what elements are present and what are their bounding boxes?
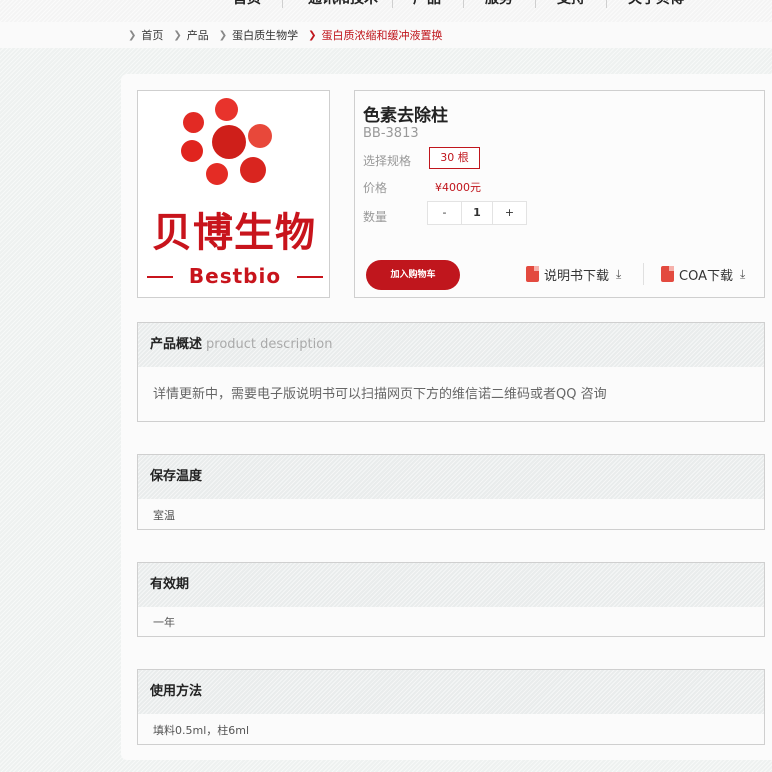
overview-body: 详情更新中，需要电子版说明书可以扫描网页下方的维信诺二维码或者QQ 咨询 [153,387,607,402]
breadcrumb-bar: ❯ 首页 ❯ 产品 ❯ 蛋白质生物学 ❯ 蛋白质浓缩和缓冲液置换 [0,22,772,48]
nav-tech[interactable]: 通讯和技术 [298,0,388,8]
logo-dot [206,163,228,185]
price-value: ¥4000元 [435,181,481,194]
product-info: 色素去除柱 BB-3813 选择规格 30 根 价格 ¥4000元 数量 - 1… [354,90,765,298]
pdf-icon [526,266,539,282]
logo-chinese-text: 贝博生物 [152,209,316,256]
overview-subtitle: product description [206,337,333,352]
nav-about[interactable]: 关于贝博 [618,0,694,8]
download-divider [643,263,644,285]
manual-download-link[interactable]: 说明书下载 ⤓ [526,263,621,285]
logo-line [147,276,173,278]
validity-section: 有效期 一年 [137,562,765,637]
overview-title: 产品概述 [150,337,203,352]
storage-body: 室温 [153,509,175,522]
logo-english-text: Bestbio [188,264,282,288]
nav-divider [535,0,536,8]
logo-line [297,276,323,278]
validity-title: 有效期 [150,577,190,592]
logo-dot [181,140,203,162]
chevron-right-icon: ❯ [308,29,317,41]
breadcrumb-products[interactable]: 产品 [187,27,209,43]
pdf-icon [661,266,674,282]
usage-section: 使用方法 填料0.5ml，柱6ml [137,669,765,745]
chevron-right-icon: ❯ [128,29,137,41]
breadcrumb: ❯ 首页 ❯ 产品 ❯ 蛋白质生物学 ❯ 蛋白质浓缩和缓冲液置换 [128,26,453,44]
coa-download-link[interactable]: COA下载 ⤓ [661,263,745,285]
nav-support[interactable]: 支持 [546,0,596,8]
logo-dot [212,125,246,159]
quantity-stepper: - 1 + [427,201,527,225]
nav-services[interactable]: 服务 [474,0,524,8]
storage-header: 保存温度 [138,455,764,499]
usage-header: 使用方法 [138,670,764,714]
logo-english-row: Bestbio [145,263,325,289]
breadcrumb-home[interactable]: 首页 [141,27,163,43]
nav-divider [463,0,464,8]
nav-divider [282,0,283,8]
nav-products[interactable]: 产品 [402,0,452,8]
logo-dot [240,157,266,183]
spec-option-button[interactable]: 30 根 [429,147,480,169]
logo-dot [248,124,272,148]
usage-title: 使用方法 [150,684,203,699]
chevron-right-icon: ❯ [218,29,228,41]
logo-dot [215,98,238,121]
validity-body: 一年 [153,616,175,629]
quantity-decrease-button[interactable]: - [428,202,462,224]
quantity-increase-button[interactable]: + [492,202,526,224]
chevron-right-icon: ❯ [173,29,182,41]
overview-header: 产品概述 product description [138,323,764,367]
top-nav: 首页 通讯和技术 产品 服务 支持 关于贝博 [0,0,772,22]
download-icon: ⤓ [739,266,746,281]
storage-title: 保存温度 [150,469,203,484]
overview-section: 产品概述 product description 详情更新中，需要电子版说明书可以… [137,322,765,422]
nav-divider [606,0,607,8]
validity-header: 有效期 [138,563,764,607]
product-image: 贝博生物 Bestbio [137,90,330,298]
add-to-cart-button[interactable]: 加入购物车 [366,260,460,290]
nav-home[interactable]: 首页 [222,0,272,8]
breadcrumb-current: 蛋白质浓缩和缓冲液置换 [321,29,443,42]
quantity-input[interactable]: 1 [462,202,492,224]
storage-section: 保存温度 室温 [137,454,765,530]
quantity-label: 数量 [363,210,388,224]
breadcrumb-protein-biology[interactable]: 蛋白质生物学 [232,27,298,43]
manual-download-label: 说明书下载 [544,268,610,284]
product-title: 色素去除柱 [363,106,448,126]
download-icon: ⤓ [616,266,622,281]
price-label: 价格 [363,181,388,195]
spec-label: 选择规格 [363,154,412,168]
product-code: BB-3813 [363,126,419,141]
usage-body: 填料0.5ml，柱6ml [153,724,250,737]
nav-divider [392,0,393,8]
logo-dot [183,112,204,133]
coa-download-label: COA下载 [679,268,733,284]
